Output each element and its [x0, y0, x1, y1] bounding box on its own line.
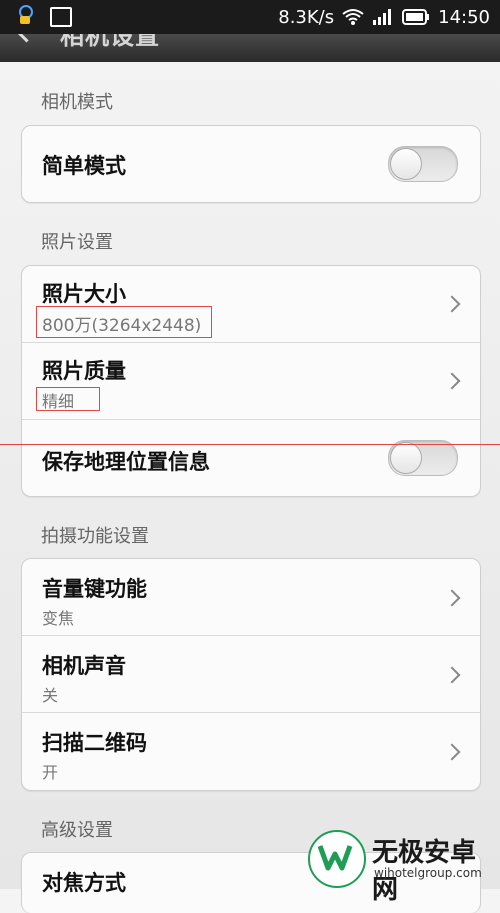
chevron-right-icon [443, 666, 461, 684]
group-capture-settings: 音量键功能 变焦 相机声音 关 扫描二维码 开 [21, 558, 481, 791]
row-title: 照片质量 [42, 359, 126, 383]
annotation-line [0, 444, 500, 445]
row-save-location[interactable]: 保存地理位置信息 [22, 420, 480, 496]
row-value: 变焦 [42, 609, 75, 628]
row-value: 开 [42, 763, 59, 782]
watermark-url: wjhotelgroup.com [374, 866, 482, 880]
row-value: 关 [42, 686, 59, 705]
annotation-box-photo-quality [36, 387, 100, 411]
group-photo-settings: 照片大小 800万(3264x2448) 照片质量 精细 保存地理位置信息 [21, 265, 481, 497]
row-title: 音量键功能 [42, 577, 147, 601]
row-volume-key[interactable]: 音量键功能 变焦 [22, 559, 480, 635]
title-bar: 相机设置 [0, 34, 500, 62]
row-camera-sound[interactable]: 相机声音 关 [22, 636, 480, 712]
annotation-box-photo-size [36, 306, 212, 338]
battery-icon [402, 9, 430, 25]
signal-icon [373, 9, 392, 25]
section-label-camera-mode: 相机模式 [41, 92, 113, 113]
section-label-capture-settings: 拍摄功能设置 [41, 526, 149, 547]
wifi-icon [342, 9, 364, 25]
network-speed: 8.3K/s [278, 6, 335, 28]
watermark: 无极安卓网 wjhotelgroup.com [308, 828, 498, 905]
chevron-right-icon [443, 372, 461, 390]
section-label-advanced: 高级设置 [41, 820, 113, 841]
chevron-right-icon [443, 295, 461, 313]
back-arrow-icon[interactable] [14, 34, 39, 43]
save-location-toggle[interactable] [388, 440, 458, 476]
row-scan-qr[interactable]: 扫描二维码 开 [22, 713, 480, 789]
section-label-photo-settings: 照片设置 [41, 232, 113, 253]
toggle-knob [390, 148, 422, 180]
status-right: 8.3K/s 14:50 [278, 0, 490, 34]
row-title: 保存地理位置信息 [42, 450, 210, 474]
notification-icon [19, 5, 33, 24]
status-bar: 8.3K/s 14:50 [0, 0, 500, 34]
watermark-logo-icon [308, 830, 366, 888]
row-title: 简单模式 [42, 154, 126, 178]
row-simple-mode[interactable]: 简单模式 [22, 126, 480, 202]
simple-mode-toggle[interactable] [388, 146, 458, 182]
image-icon [50, 7, 72, 27]
row-title: 相机声音 [42, 654, 126, 678]
row-title: 照片大小 [42, 282, 126, 306]
page-title: 相机设置 [60, 34, 160, 50]
group-camera-mode: 简单模式 [21, 125, 481, 203]
toggle-knob [390, 442, 422, 474]
row-title: 扫描二维码 [42, 731, 147, 755]
chevron-right-icon [443, 589, 461, 607]
chevron-right-icon [443, 743, 461, 761]
clock: 14:50 [438, 6, 490, 28]
row-title: 对焦方式 [42, 871, 126, 895]
